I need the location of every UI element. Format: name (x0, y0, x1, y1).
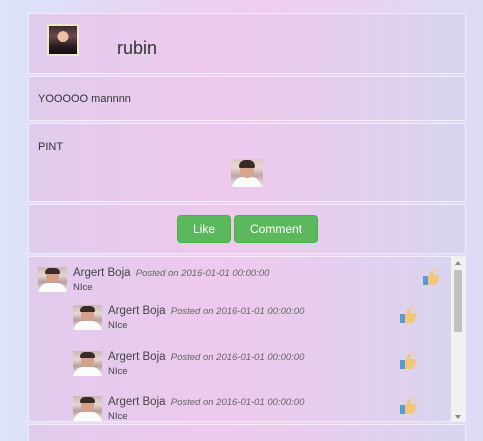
attachment-label: PINT (38, 141, 64, 153)
post-text: YOOOOO mannnn (38, 93, 131, 105)
attachment-image[interactable] (231, 159, 263, 187)
list-item: Argert Boja Posted on 2016-01-01 00:00:0… (38, 267, 448, 307)
comment-text: NIce (108, 320, 128, 331)
thumbs-up-icon[interactable] (398, 396, 418, 416)
comment-text: NIce (108, 366, 128, 377)
scroll-up-arrow-icon[interactable] (455, 261, 461, 265)
scroll-down-arrow-icon[interactable] (455, 415, 461, 419)
post-actions: Like Comment (28, 204, 466, 254)
comment-button[interactable]: Comment (234, 215, 318, 243)
comment-author[interactable]: Argert Boja (108, 396, 166, 408)
avatar[interactable] (38, 267, 67, 292)
avatar[interactable] (73, 351, 102, 376)
user-avatar[interactable] (47, 24, 79, 56)
comments-scrollbar[interactable] (451, 257, 465, 421)
comment-timestamp: Posted on 2016-01-01 00:00:00 (135, 268, 270, 279)
comment-author[interactable]: Argert Boja (108, 305, 166, 317)
list-item: Argert Boja Posted on 2016-01-01 00:00:0… (73, 305, 448, 345)
comment-timestamp: Posted on 2016-01-01 00:00:00 (170, 306, 305, 317)
avatar[interactable] (73, 305, 102, 330)
comment-timestamp: Posted on 2016-01-01 00:00:00 (170, 397, 305, 408)
thumbs-up-icon[interactable] (398, 351, 418, 371)
avatar[interactable] (73, 396, 102, 421)
like-button[interactable]: Like (177, 215, 231, 243)
comment-author[interactable]: Argert Boja (73, 267, 131, 279)
post-username[interactable]: rubin (117, 38, 157, 59)
thumbs-up-icon[interactable] (398, 305, 418, 325)
list-item: Argert Boja Posted on 2016-01-01 00:00:0… (73, 396, 448, 422)
comment-list: Argert Boja Posted on 2016-01-01 00:00:0… (29, 257, 451, 422)
post-footer (28, 424, 466, 441)
list-item: Argert Boja Posted on 2016-01-01 00:00:0… (73, 351, 448, 391)
scroll-thumb[interactable] (454, 270, 462, 332)
comments-panel[interactable]: Argert Boja Posted on 2016-01-01 00:00:0… (28, 256, 466, 422)
post-attachment-card: PINT (28, 123, 466, 202)
comment-timestamp: Posted on 2016-01-01 00:00:00 (170, 352, 305, 363)
comment-text: NIce (108, 411, 128, 422)
post-text-card: YOOOOO mannnn (28, 76, 466, 121)
comment-text: NIce (73, 282, 93, 293)
comment-author[interactable]: Argert Boja (108, 351, 166, 363)
post-header: rubin (28, 13, 466, 74)
thumbs-up-icon[interactable] (421, 267, 441, 287)
